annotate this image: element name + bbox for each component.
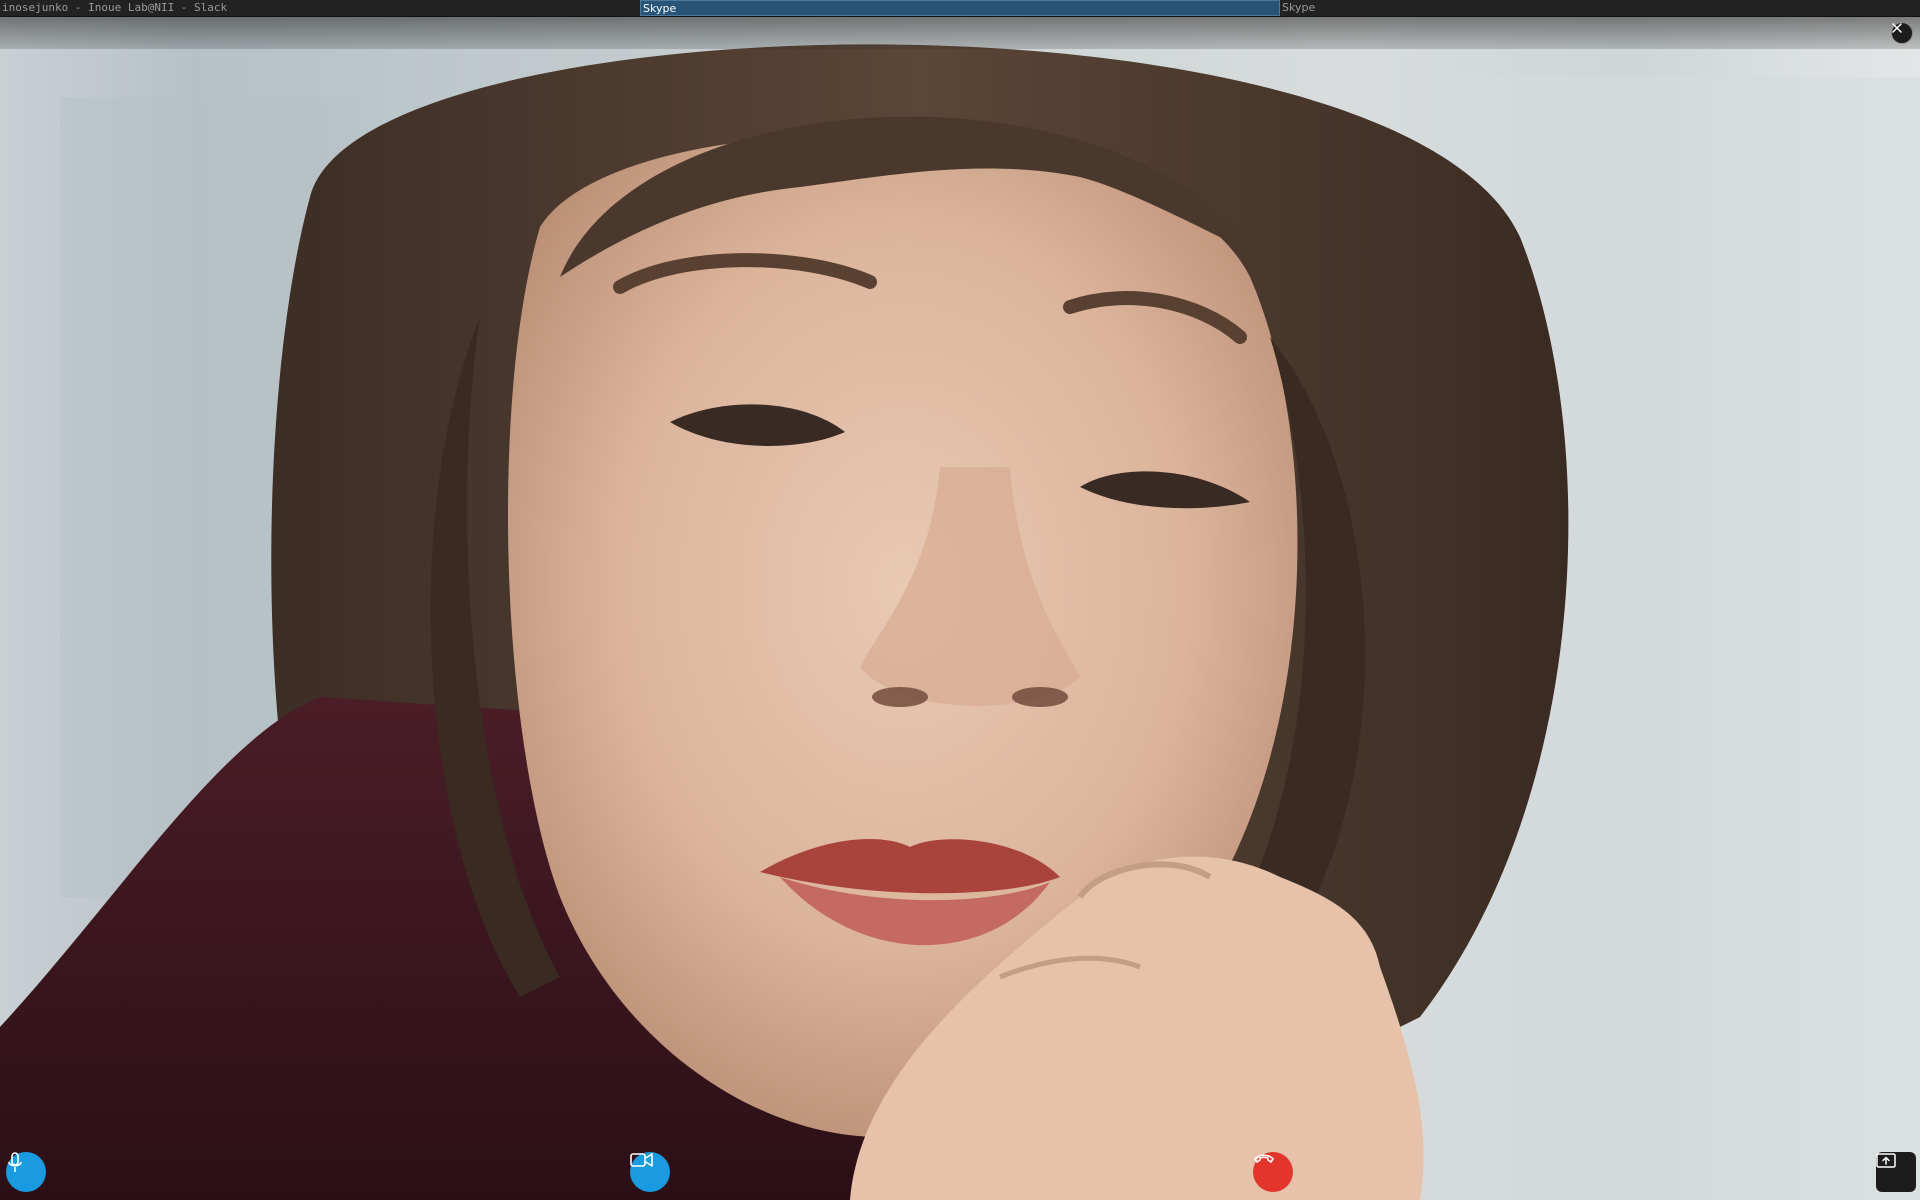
close-call-view-button[interactable] (1891, 22, 1913, 44)
task-slack[interactable]: inosejunko - Inoue Lab@NII - Slack (0, 0, 640, 16)
task-skype-active[interactable]: Skype (640, 0, 1280, 16)
screen: inosejunko - Inoue Lab@NII - Slack Skype… (0, 0, 1920, 1200)
taskbar: inosejunko - Inoue Lab@NII - Slack Skype… (0, 0, 1920, 17)
task-skype[interactable]: Skype (1280, 0, 1920, 16)
video-frame-illustration (0, 44, 1920, 1200)
toggle-video-button[interactable] (630, 1152, 670, 1192)
share-screen-button[interactable] (1876, 1152, 1916, 1192)
end-call-button[interactable] (1253, 1152, 1293, 1192)
remote-video-feed (0, 17, 1920, 1200)
call-top-bar (0, 17, 1920, 49)
mute-microphone-button[interactable] (6, 1152, 46, 1192)
